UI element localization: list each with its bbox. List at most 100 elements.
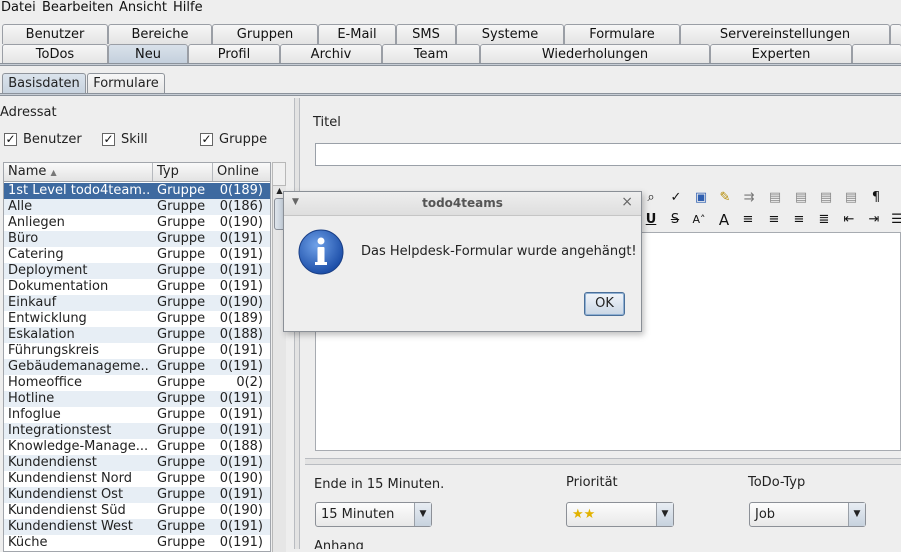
insert-image-icon[interactable]: ▣ (690, 189, 712, 207)
table-row[interactable]: Büro Gruppe 0(191) (4, 231, 270, 247)
table-column-icon[interactable]: ▤ (815, 189, 837, 207)
vertical-split-divider[interactable] (305, 458, 901, 465)
checkbox-benutzer-label: Benutzer (23, 132, 82, 147)
info-icon (298, 229, 344, 275)
align-left-icon[interactable]: ≡ (737, 211, 759, 229)
dialog-message: Das Helpdesk-Formular wurde angehängt! (361, 244, 637, 259)
cell-name: Alle (8, 199, 33, 214)
table-row[interactable]: Kundendienst Gruppe 0(191) (4, 455, 270, 471)
ok-button[interactable]: OK (584, 292, 625, 316)
tab-systeme[interactable]: Systeme (456, 24, 564, 44)
chevron-down-icon: ▼ (848, 503, 865, 526)
align-center-icon[interactable]: ≡ (763, 211, 785, 229)
table-row[interactable]: Alle Gruppe 0(186) (4, 199, 270, 215)
cell-name: Büro (8, 231, 39, 246)
tab-email[interactable]: E-Mail (318, 24, 396, 44)
close-icon[interactable]: × (621, 194, 633, 210)
tab-bereiche[interactable]: Bereiche (108, 24, 212, 44)
table-row[interactable]: Eskalation Gruppe 0(188) (4, 327, 270, 343)
cell-online: 0(191) (219, 343, 263, 358)
menu-ansicht[interactable]: Ansicht (119, 0, 167, 16)
subtab-basisdaten[interactable]: Basisdaten (2, 73, 86, 94)
table-row[interactable]: Einkauf Gruppe 0(190) (4, 295, 270, 311)
outdent-icon[interactable]: ⇤ (838, 211, 860, 229)
menu-bearbeiten[interactable]: Bearbeiten (42, 0, 113, 16)
find-icon[interactable]: ⌕ (640, 189, 662, 207)
cell-typ: Gruppe (157, 231, 206, 246)
cell-name: 1st Level todo4team... (8, 183, 150, 198)
tab-profil[interactable]: Profil (188, 44, 280, 64)
insert-link-icon[interactable]: ⇉ (738, 189, 760, 207)
strikethrough-icon[interactable]: S (664, 211, 686, 229)
align-justify-icon[interactable]: ≣ (813, 211, 835, 229)
tab-archiv[interactable]: Archiv (280, 44, 382, 64)
table-row[interactable]: Anliegen Gruppe 0(190) (4, 215, 270, 231)
cell-name: Führungskreis (8, 343, 100, 358)
table-row[interactable]: Infoglue Gruppe 0(191) (4, 407, 270, 423)
list-icon[interactable]: ☰ (886, 211, 901, 229)
table-row[interactable]: Homeoffice Gruppe 0(2) (4, 375, 270, 391)
paragraph-icon[interactable]: ¶ (865, 189, 887, 207)
table-row[interactable]: Entwicklung Gruppe 0(189) (4, 311, 270, 327)
align-right-icon[interactable]: ≡ (788, 211, 810, 229)
table-row[interactable]: Deployment Gruppe 0(191) (4, 263, 270, 279)
checkbox-gruppe[interactable]: ✓ (200, 133, 213, 146)
checkbox-skill[interactable]: ✓ (102, 133, 115, 146)
menu-datei[interactable]: Datei (1, 0, 36, 16)
tab-todos[interactable]: ToDos (2, 44, 108, 64)
tab-servereinstellungen[interactable]: Servereinstellungen (680, 24, 890, 44)
column-header-typ[interactable]: Typ (153, 163, 213, 181)
table-row[interactable]: 1st Level todo4team... Gruppe 0(189) (4, 183, 270, 199)
font-size-icon[interactable]: A (713, 211, 735, 229)
underline-icon[interactable]: U (640, 211, 662, 229)
table-row[interactable]: Dokumentation Gruppe 0(191) (4, 279, 270, 295)
table-row[interactable]: Knowledge-Manage... Gruppe 0(188) (4, 439, 270, 455)
cell-online: 0(186) (219, 199, 263, 214)
table-insert-icon[interactable]: ▤ (764, 189, 786, 207)
cell-online: 0(188) (219, 327, 263, 342)
menu-hilfe[interactable]: Hilfe (173, 0, 203, 16)
prioritaet-select[interactable]: ★★ ▼ (566, 502, 674, 527)
tab-gruppen[interactable]: Gruppen (212, 24, 318, 44)
superscript-icon[interactable]: A˄ (688, 211, 710, 229)
table-delete-icon[interactable]: ▤ (840, 189, 862, 207)
tab-experten[interactable]: Experten (710, 44, 852, 64)
titel-input[interactable] (315, 143, 901, 166)
subtab-formulare[interactable]: Formulare (87, 73, 165, 94)
checkbox-benutzer[interactable]: ✓ (4, 133, 17, 146)
tab-neu[interactable]: Neu (108, 44, 188, 64)
table-row-icon[interactable]: ▤ (790, 189, 812, 207)
table-row[interactable]: Integrationstest Gruppe 0(191) (4, 423, 270, 439)
table-row[interactable]: Kundendienst Ost Gruppe 0(191) (4, 487, 270, 503)
column-header-online[interactable]: Online (213, 163, 270, 181)
dialog-title: todo4teams (284, 192, 641, 216)
table-row[interactable]: Kundendienst West Gruppe 0(191) (4, 519, 270, 535)
spellcheck-icon[interactable]: ✓ (665, 189, 687, 207)
tab-benutzer[interactable]: Benutzer (2, 24, 108, 44)
indent-icon[interactable]: ⇥ (863, 211, 885, 229)
dialog-menu-icon[interactable]: ▼ (292, 197, 299, 207)
table-row[interactable]: Catering Gruppe 0(191) (4, 247, 270, 263)
column-header-name[interactable]: Name ▲ (4, 163, 153, 181)
tab-wiederholungen[interactable]: Wiederholungen (480, 44, 710, 64)
ende-label: Ende in 15 Minuten. (314, 477, 445, 492)
table-row[interactable]: Hotline Gruppe 0(191) (4, 391, 270, 407)
tab-team[interactable]: Team (382, 44, 480, 64)
cell-typ: Gruppe (157, 519, 206, 534)
cell-online: 0(191) (219, 231, 263, 246)
tab-overflow-2[interactable] (852, 44, 901, 64)
format-brush-icon[interactable]: ✎ (714, 189, 736, 207)
tab-formulare[interactable]: Formulare (564, 24, 680, 44)
ende-select[interactable]: 15 Minuten ▼ (315, 502, 432, 527)
todotyp-select[interactable]: Job ▼ (749, 502, 866, 527)
cell-typ: Gruppe (157, 183, 206, 198)
table-row[interactable]: Kundendienst Nord Gruppe 0(190) (4, 471, 270, 487)
cell-online: 0(190) (219, 471, 263, 486)
cell-typ: Gruppe (157, 391, 206, 406)
tab-overflow[interactable] (890, 24, 901, 44)
table-row[interactable]: Führungskreis Gruppe 0(191) (4, 343, 270, 359)
cell-online: 0(191) (219, 487, 263, 502)
tab-sms[interactable]: SMS (396, 24, 456, 44)
table-row[interactable]: Gebäudemanageme... Gruppe 0(191) (4, 359, 270, 375)
table-row[interactable]: Kundendienst Süd Gruppe 0(190) (4, 503, 270, 519)
